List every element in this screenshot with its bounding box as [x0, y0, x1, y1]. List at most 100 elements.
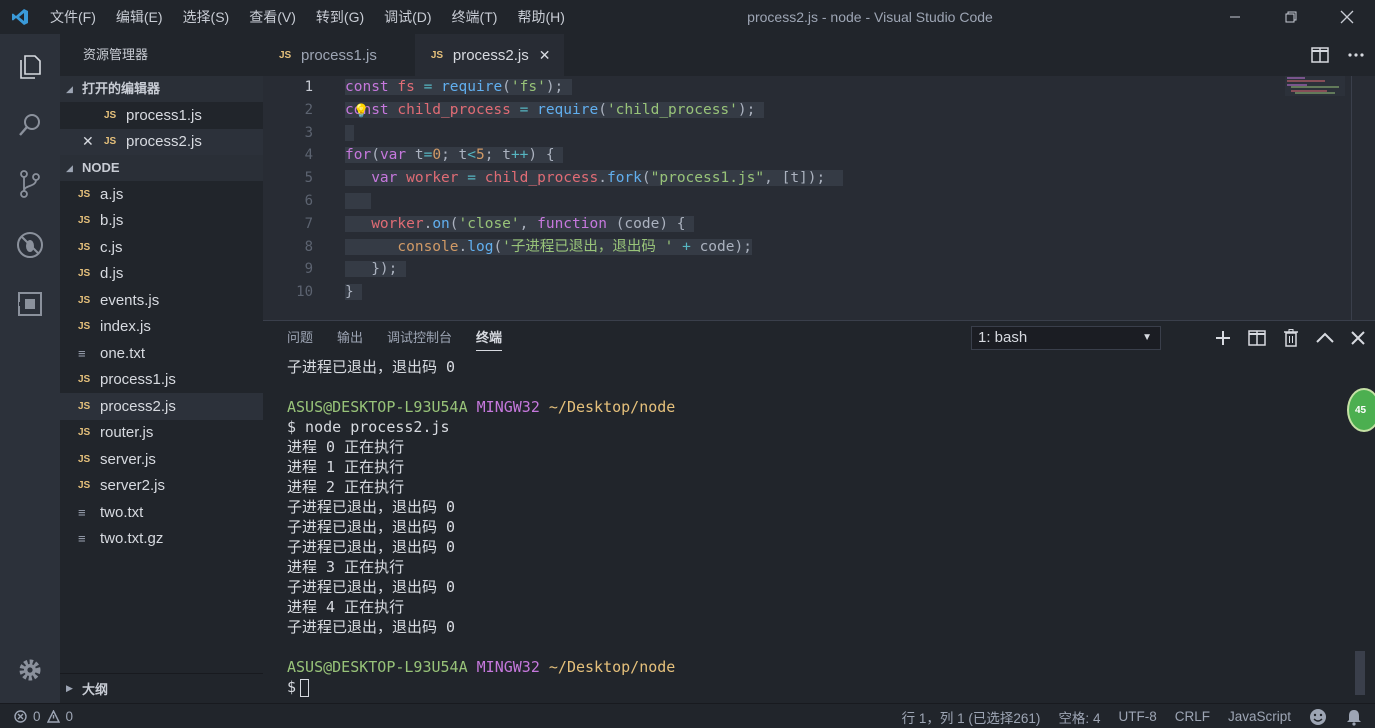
- panel-tabs: 问题 输出 调试控制台 终端: [263, 321, 514, 355]
- file-item[interactable]: JS c.js: [60, 234, 263, 261]
- language-mode[interactable]: JavaScript: [1228, 709, 1291, 724]
- file-item[interactable]: JS process2.js: [60, 393, 263, 420]
- tab-process2[interactable]: JS process2.js ✕: [414, 34, 565, 76]
- settings-activity[interactable]: [0, 640, 60, 700]
- tab-process1[interactable]: JS process1.js: [263, 34, 415, 76]
- menu-help[interactable]: 帮助(H): [507, 0, 574, 34]
- close-tab-icon[interactable]: ✕: [539, 47, 551, 64]
- file-label: process2.js: [100, 397, 176, 415]
- file-label: server2.js: [100, 477, 166, 495]
- prompt-system: MINGW32: [476, 658, 540, 676]
- line-ending[interactable]: CRLF: [1175, 709, 1210, 724]
- file-item[interactable]: JS b.js: [60, 208, 263, 235]
- menu-go[interactable]: 转到(G): [306, 0, 374, 34]
- source-control-activity[interactable]: [0, 154, 60, 214]
- file-item[interactable]: ≡ one.txt: [60, 340, 263, 367]
- open-editors-header[interactable]: ◢ 打开的编辑器: [60, 76, 263, 102]
- file-item[interactable]: JS server2.js: [60, 473, 263, 500]
- file-item[interactable]: JS server.js: [60, 446, 263, 473]
- minimap[interactable]: [1285, 76, 1345, 106]
- editor-actions: [1311, 34, 1365, 76]
- file-label: c.js: [100, 238, 123, 256]
- file-label: two.txt.gz: [100, 530, 164, 548]
- line-number: 9: [304, 261, 313, 278]
- line-number: 7: [304, 215, 313, 232]
- indentation[interactable]: 空格: 4: [1058, 707, 1100, 727]
- tab-problems[interactable]: 问题: [275, 321, 325, 355]
- file-item[interactable]: JS index.js: [60, 314, 263, 341]
- terminal-output[interactable]: 子进程已退出，退出码 0 ASUS@DESKTOP-L93U54A MINGW3…: [287, 357, 675, 697]
- minimize-button[interactable]: [1207, 0, 1263, 34]
- open-editor-item[interactable]: JS process1.js: [60, 102, 263, 129]
- file-item[interactable]: ≡ two.txt.gz: [60, 526, 263, 553]
- folder-header[interactable]: ◢ NODE: [60, 155, 263, 181]
- prompt-system: MINGW32: [476, 398, 540, 416]
- js-file-icon: JS: [78, 215, 91, 227]
- more-actions-icon[interactable]: [1347, 52, 1365, 58]
- extensions-activity[interactable]: [0, 274, 60, 334]
- editor-scrollbar[interactable]: [1351, 76, 1365, 320]
- line-number: 8: [304, 238, 313, 255]
- file-label: b.js: [100, 212, 124, 230]
- encoding[interactable]: UTF-8: [1118, 709, 1156, 724]
- smiley-feedback-icon[interactable]: [1309, 708, 1327, 726]
- search-activity[interactable]: [0, 95, 60, 155]
- file-item[interactable]: JS d.js: [60, 261, 263, 288]
- floating-badge[interactable]: 45: [1347, 388, 1375, 432]
- split-terminal-icon[interactable]: [1248, 330, 1266, 346]
- explorer-activity[interactable]: [0, 36, 60, 96]
- tab-output[interactable]: 输出: [325, 321, 375, 355]
- line-number: 1: [304, 79, 313, 95]
- line-number: 2: [304, 101, 313, 118]
- menu-bar: 文件(F) 编辑(E) 选择(S) 查看(V) 转到(G) 调试(D) 终端(T…: [40, 0, 575, 34]
- menu-terminal[interactable]: 终端(T): [442, 0, 508, 34]
- file-item[interactable]: JS process1.js: [60, 367, 263, 394]
- file-item[interactable]: JS events.js: [60, 287, 263, 314]
- menu-view[interactable]: 查看(V): [239, 0, 306, 34]
- debug-activity[interactable]: [0, 215, 60, 275]
- problems-status[interactable]: 0 0: [0, 709, 73, 724]
- terminal-input-line[interactable]: $: [287, 677, 675, 697]
- terminal-select-value: 1: bash: [978, 329, 1028, 346]
- code-line: [345, 190, 843, 213]
- file-item[interactable]: ≡ two.txt: [60, 499, 263, 526]
- terminal-select[interactable]: 1: bash ▼: [971, 326, 1161, 350]
- restore-button[interactable]: [1263, 0, 1319, 34]
- folder-label: NODE: [82, 160, 120, 175]
- trash-icon[interactable]: [1283, 329, 1299, 347]
- menu-selection[interactable]: 选择(S): [173, 0, 240, 34]
- outline-header[interactable]: ▶ 大纲: [60, 673, 263, 703]
- lightbulb-icon[interactable]: 💡: [353, 101, 369, 124]
- file-item[interactable]: JS a.js: [60, 181, 263, 208]
- open-editor-label: process2.js: [126, 133, 202, 151]
- split-editor-icon[interactable]: [1311, 47, 1329, 63]
- error-count: 0: [33, 708, 41, 724]
- panel-actions: [1215, 321, 1365, 355]
- tab-debug-console[interactable]: 调试控制台: [375, 321, 464, 355]
- prompt-path: ~/Desktop/node: [548, 398, 676, 416]
- bell-icon[interactable]: [1345, 708, 1363, 726]
- terminal-command: $ node process2.js: [287, 418, 450, 436]
- close-editor-icon[interactable]: ✕: [82, 133, 94, 150]
- menu-debug[interactable]: 调试(D): [374, 0, 441, 34]
- close-panel-icon[interactable]: [1351, 331, 1365, 345]
- code-editor[interactable]: 1 2 3 4 5 6 7 8 9 10 const fs = require(…: [263, 76, 1375, 320]
- file-item[interactable]: JS router.js: [60, 420, 263, 447]
- open-editors-label: 打开的编辑器: [82, 81, 161, 96]
- terminal-panel: 问题 输出 调试控制台 终端 1: bash ▼ 子进程已退出，退出码 0 AS…: [263, 320, 1375, 703]
- js-file-icon: JS: [430, 49, 444, 61]
- terminal-line: 进程 2 正在执行: [287, 478, 405, 496]
- prompt-path: ~/Desktop/node: [548, 658, 676, 676]
- terminal-scrollbar[interactable]: [1355, 651, 1365, 695]
- tab-terminal[interactable]: 终端: [464, 321, 514, 355]
- terminal-line: 进程 4 正在执行: [287, 598, 405, 616]
- add-terminal-icon[interactable]: [1215, 330, 1231, 346]
- close-window-button[interactable]: [1319, 0, 1375, 34]
- open-editor-item[interactable]: ✕ JS process2.js: [60, 128, 263, 155]
- chevron-up-icon[interactable]: [1316, 332, 1334, 344]
- status-bar: 0 0 行 1，列 1 (已选择261) 空格: 4 UTF-8 CRLF Ja…: [0, 703, 1375, 728]
- cursor-position[interactable]: 行 1，列 1 (已选择261): [902, 707, 1041, 727]
- menu-file[interactable]: 文件(F): [40, 0, 106, 34]
- menu-edit[interactable]: 编辑(E): [106, 0, 173, 34]
